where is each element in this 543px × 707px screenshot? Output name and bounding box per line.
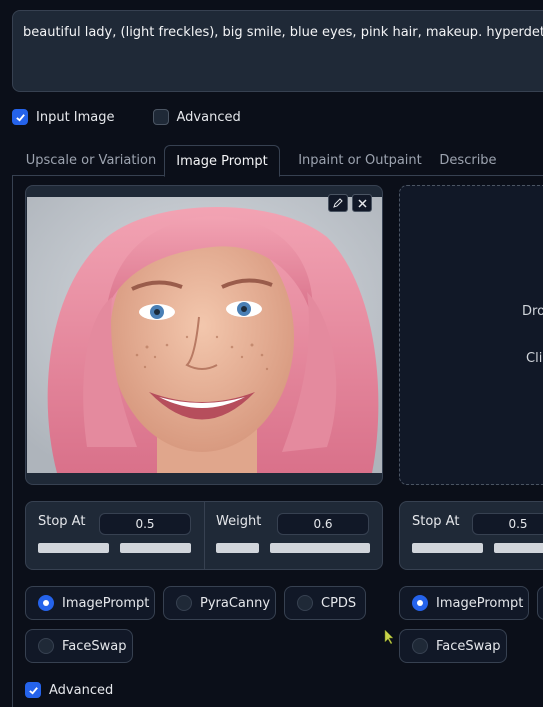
tab-describe[interactable]: Describe <box>432 145 504 176</box>
radio-selected-icon[interactable] <box>412 595 428 611</box>
radio-unselected-icon[interactable] <box>297 595 313 611</box>
type-label: ImagePrompt <box>436 595 524 611</box>
type-label: FaceSwap <box>436 638 501 654</box>
stop-at-input[interactable]: 0.5 <box>99 513 191 535</box>
type-radio-cpds[interactable]: CPDS <box>284 586 366 620</box>
stop-at-slider-track[interactable] <box>38 543 109 553</box>
type-label: PyraCanny <box>200 595 271 611</box>
portrait-image <box>27 197 382 473</box>
slot-1-params: Stop At 0.5 Weight 0.6 <box>25 501 383 570</box>
tab-bar: Upscale or Variation Image Prompt Inpain… <box>12 145 543 177</box>
click-text: Cli <box>526 351 543 366</box>
radio-selected-icon[interactable] <box>38 595 54 611</box>
weight-label: Weight <box>216 514 262 529</box>
checkbox-unchecked-icon[interactable] <box>152 109 169 125</box>
options-row: Input Image Advanced <box>12 109 241 125</box>
tab-inpaint-or-outpaint[interactable]: Inpaint or Outpaint <box>286 145 434 176</box>
tab-image-prompt[interactable]: Image Prompt <box>164 145 280 177</box>
checkbox-checked-icon[interactable] <box>12 109 28 125</box>
stop-at-label: Stop At <box>38 514 86 529</box>
weight-slider-track[interactable] <box>216 543 259 553</box>
input-image-label: Input Image <box>36 109 115 125</box>
advanced-bottom-label: Advanced <box>49 682 114 698</box>
advanced-checkbox-bottom[interactable]: Advanced <box>25 682 113 698</box>
stop-at-input-2[interactable]: 0.5 <box>472 513 543 535</box>
radio-unselected-icon[interactable] <box>38 638 54 654</box>
image-prompt-slot-2-dropzone[interactable]: Dro Cli <box>399 185 543 485</box>
radio-unselected-icon[interactable] <box>176 595 192 611</box>
slot-2-params: Stop At 0.5 <box>399 501 543 570</box>
weight-slider-fill[interactable] <box>270 543 370 553</box>
drop-text: Dro <box>522 304 543 319</box>
pencil-icon[interactable] <box>328 194 348 212</box>
checkbox-checked-icon[interactable] <box>25 682 41 698</box>
type-radio-faceswap[interactable]: FaceSwap <box>25 629 133 663</box>
stop-at-slider-fill[interactable] <box>120 543 191 553</box>
tab-upscale-or-variation[interactable]: Upscale or Variation <box>16 145 166 176</box>
type-label: CPDS <box>321 595 357 611</box>
advanced-label: Advanced <box>176 109 241 125</box>
type-label: ImagePrompt <box>62 595 150 611</box>
stop-at-slider-track-2[interactable] <box>412 543 483 553</box>
type-radio-imageprompt-2[interactable]: ImagePrompt <box>399 586 529 620</box>
mouse-cursor-icon <box>384 629 394 649</box>
type-label: FaceSwap <box>62 638 127 654</box>
advanced-checkbox[interactable]: Advanced <box>152 109 241 125</box>
input-image-checkbox[interactable]: Input Image <box>12 109 115 125</box>
radio-unselected-icon[interactable] <box>412 638 428 654</box>
weight-input[interactable]: 0.6 <box>277 513 369 535</box>
type-radio-imageprompt[interactable]: ImagePrompt <box>25 586 155 620</box>
type-radio-pyracanny-2[interactable] <box>537 586 543 620</box>
type-radio-faceswap-2[interactable]: FaceSwap <box>399 629 507 663</box>
prompt-text: beautiful lady, (light freckles), big sm… <box>23 25 543 40</box>
param-divider <box>204 502 205 569</box>
type-radio-pyracanny[interactable]: PyraCanny <box>163 586 276 620</box>
prompt-textarea[interactable]: beautiful lady, (light freckles), big sm… <box>12 10 543 92</box>
stop-at-slider-fill-2[interactable] <box>494 543 543 553</box>
image-prompt-slot-1[interactable] <box>25 185 383 485</box>
image-tools <box>328 194 372 212</box>
close-icon[interactable] <box>352 194 372 212</box>
stop-at-label-2: Stop At <box>412 514 460 529</box>
